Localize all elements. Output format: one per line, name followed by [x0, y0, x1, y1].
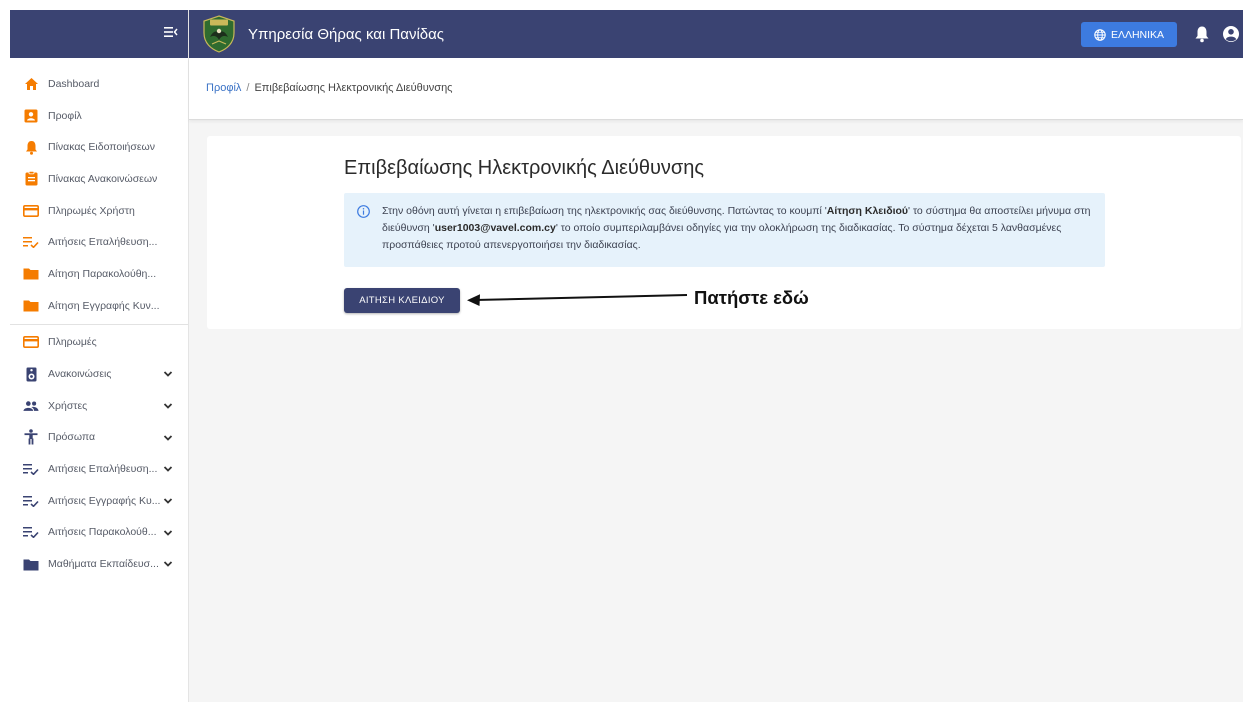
- menu-collapse-icon[interactable]: [162, 25, 180, 43]
- sidebar-item-label: Αιτήσεις Παρακολούθ...: [48, 526, 157, 539]
- chevron-down-icon: [163, 371, 173, 377]
- breadcrumb-bar: Προφίλ / Επιβεβαίωσης Ηλεκτρονικής Διεύθυν…: [189, 58, 1243, 120]
- clipboard-icon: [23, 171, 39, 187]
- sidebar-item-label: Αιτήσεις Επαλήθευση...: [48, 236, 158, 249]
- language-label: ΕΛΛΗΝΙΚΑ: [1110, 28, 1165, 41]
- sidebar-item-label: Πρόσωπα: [48, 431, 96, 444]
- sidebar-item-hunter-registration-request[interactable]: Αίτηση Εγγραφής Κυν...: [10, 290, 188, 322]
- app-window: Dashboard Προφίλ Πίνακας Ειδοποιήσεων Πί…: [10, 10, 1243, 702]
- users-icon: [23, 398, 39, 414]
- sidebar-item-payments[interactable]: Πληρωμές: [10, 327, 188, 359]
- page-title: Επιβεβαίωσης Ηλεκτρονικής Διεύθυνσης: [344, 157, 705, 179]
- globe-icon: [1094, 28, 1106, 41]
- sidebar-item-label: Αιτήσεις Εγγραφής Κυ...: [48, 494, 161, 507]
- sidebar-item-label: Αίτηση Παρακολούθη...: [48, 267, 157, 280]
- sidebar-item-label: Προφίλ: [48, 109, 82, 122]
- annotation-text: Πατήστε εδώ: [694, 287, 809, 308]
- chevron-down-icon: [163, 529, 173, 536]
- bell-icon: [23, 139, 39, 155]
- list-check-icon: [23, 493, 39, 509]
- sidebar-item-registration-requests-group[interactable]: Αιτήσεις Εγγραφής Κυ...: [10, 485, 188, 517]
- sidebar-item-label: Χρήστες: [48, 399, 88, 412]
- info-icon: [357, 205, 370, 218]
- info-alert: Στην οθόνη αυτή γίνεται η επιβεβαίωση τη…: [344, 193, 1105, 267]
- folder-icon: [23, 266, 39, 282]
- chevron-down-icon: [163, 561, 173, 568]
- sidebar-item-label: Πίνακας Ανακοινώσεων: [48, 172, 158, 185]
- sidebar-divider: [10, 323, 188, 325]
- speaker-icon: [23, 366, 39, 382]
- sidebar-item-attendance-requests-group[interactable]: Αιτήσεις Παρακολούθ...: [10, 517, 188, 549]
- chevron-down-icon: [163, 466, 173, 473]
- top-app-bar: Υπηρεσία Θήρας και Πανίδας ΕΛΛΗΝΙΚΑ: [189, 10, 1243, 58]
- notifications-bell-icon[interactable]: [1194, 25, 1210, 43]
- sidebar-item-verification-requests[interactable]: Αιτήσεις Επαλήθευση...: [10, 226, 188, 258]
- list-check-icon: [23, 524, 39, 540]
- breadcrumb-separator: /: [246, 82, 250, 94]
- app-title: Υπηρεσία Θήρας και Πανίδας: [248, 26, 445, 43]
- chevron-down-icon: [163, 498, 173, 504]
- breadcrumb: Προφίλ / Επιβεβαίωσης Ηλεκτρονικής Διεύθυν…: [206, 82, 453, 94]
- sidebar-item-users[interactable]: Χρήστες: [10, 390, 188, 422]
- info-button-name: Αίτηση Κλειδιού: [826, 205, 909, 217]
- sidebar-item-label: Πίνακας Ειδοποιήσεων: [48, 141, 155, 154]
- folder-icon: [23, 556, 39, 572]
- sidebar-item-attendance-request[interactable]: Αίτηση Παρακολούθη...: [10, 258, 188, 290]
- request-key-button[interactable]: ΑΙΤΗΣΗ ΚΛΕΙΔΙΟΥ: [344, 288, 460, 313]
- service-logo-icon[interactable]: [200, 15, 238, 53]
- language-button[interactable]: ΕΛΛΗΝΙΚΑ: [1081, 22, 1177, 47]
- sidebar-item-training-courses-group[interactable]: Μαθήματα Εκπαίδευσ...: [10, 548, 188, 580]
- person-icon: [23, 429, 39, 445]
- chevron-down-icon: [163, 403, 173, 409]
- credit-card-icon: [23, 203, 39, 219]
- home-icon: [23, 76, 39, 92]
- sidebar-item-label: Αιτήσεις Επαλήθευση...: [48, 463, 158, 476]
- profile-card-icon: [23, 108, 39, 124]
- sidebar-item-verification-requests-group[interactable]: Αιτήσεις Επαλήθευση...: [10, 453, 188, 485]
- sidebar-item-notifications[interactable]: Πίνακας Ειδοποιήσεων: [10, 131, 188, 163]
- info-text-part1: Στην οθόνη αυτή γίνεται η επιβεβαίωση τη…: [382, 205, 827, 217]
- email-verification-card: Επιβεβαίωσης Ηλεκτρονικής Διεύθυνσης Στη…: [207, 136, 1241, 329]
- breadcrumb-link-profile[interactable]: Προφίλ: [206, 82, 241, 94]
- sidebar-item-dashboard[interactable]: Dashboard: [10, 68, 188, 100]
- sidebar-item-label: Μαθήματα Εκπαίδευσ...: [48, 558, 159, 571]
- sidebar-item-announcements-board[interactable]: Πίνακας Ανακοινώσεων: [10, 163, 188, 195]
- sidebar-item-label: Πληρωμές Χρήστη: [48, 204, 135, 217]
- folder-icon: [23, 298, 39, 314]
- account-icon[interactable]: [1222, 25, 1240, 43]
- sidebar-item-announcements[interactable]: Ανακοινώσεις: [10, 358, 188, 390]
- chevron-down-icon: [163, 434, 173, 441]
- sidebar-item-persons[interactable]: Πρόσωπα: [10, 422, 188, 454]
- sidebar-item-user-payments[interactable]: Πληρωμές Χρήστη: [10, 195, 188, 227]
- sidebar-item-label: Dashboard: [48, 77, 100, 90]
- sidebar-item-label: Αίτηση Εγγραφής Κυν...: [48, 299, 160, 312]
- sidebar-item-label: Πληρωμές: [48, 336, 97, 349]
- sidebar-menu: Dashboard Προφίλ Πίνακας Ειδοποιήσεων Πί…: [10, 58, 188, 580]
- sidebar-item-label: Ανακοινώσεις: [48, 368, 112, 381]
- sidebar: Dashboard Προφίλ Πίνακας Ειδοποιήσεων Πί…: [10, 10, 189, 702]
- info-email: user1003@vavel.com.cy: [434, 222, 556, 234]
- info-text: Στην οθόνη αυτή γίνεται η επιβεβαίωση τη…: [382, 203, 1098, 254]
- list-check-icon: [23, 461, 39, 477]
- list-check-icon: [23, 234, 39, 250]
- annotation-arrow: [467, 294, 688, 306]
- sidebar-header: [10, 10, 188, 58]
- sidebar-item-profile[interactable]: Προφίλ: [10, 100, 188, 132]
- breadcrumb-current: Επιβεβαίωσης Ηλεκτρονικής Διεύθυνσης: [254, 82, 453, 94]
- credit-card-icon: [23, 334, 39, 350]
